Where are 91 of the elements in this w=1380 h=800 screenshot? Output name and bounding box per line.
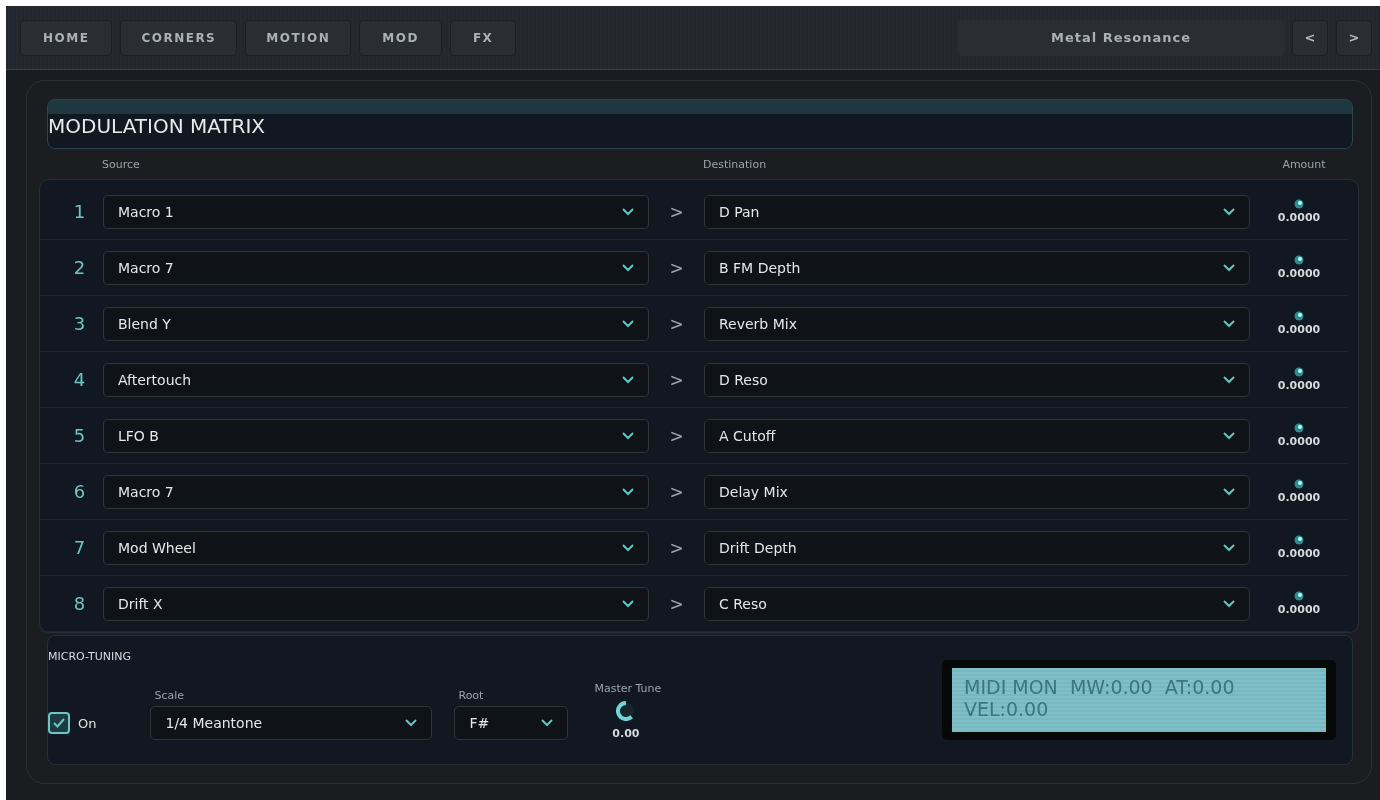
amount-value: 0.0000 bbox=[1277, 323, 1321, 336]
amount-value: 0.0000 bbox=[1277, 435, 1321, 448]
destination-dropdown[interactable]: C Reso bbox=[704, 586, 1250, 621]
field-label: Master Tune bbox=[593, 682, 662, 695]
section-title: MICRO-TUNING bbox=[48, 650, 131, 663]
knob-icon[interactable] bbox=[1294, 479, 1304, 489]
chevron-icon bbox=[1223, 319, 1235, 328]
chevron-icon bbox=[622, 207, 634, 216]
matrix-title: MODULATION MATRIX bbox=[48, 114, 266, 138]
destination-dropdown[interactable]: Delay Mix bbox=[704, 474, 1250, 509]
source-dropdown[interactable]: Blend Y bbox=[103, 306, 649, 341]
destination-dropdown[interactable]: Drift Depth bbox=[704, 530, 1250, 565]
monitor-text: MIDI MON MW:0.00 AT:0.00 bbox=[964, 676, 1236, 698]
knob-icon[interactable] bbox=[1294, 199, 1304, 209]
chevron-icon bbox=[405, 719, 418, 727]
route-arrow: > bbox=[668, 481, 685, 502]
previous-preset-button[interactable]: < bbox=[1292, 19, 1328, 56]
chevron-icon bbox=[1223, 543, 1235, 552]
chevron-icon bbox=[1223, 263, 1235, 272]
on-checkbox[interactable]: On bbox=[48, 712, 97, 734]
monitor-text: VEL:0.00 bbox=[964, 698, 1050, 720]
knob-icon[interactable] bbox=[1294, 367, 1304, 377]
knob-icon[interactable] bbox=[1294, 591, 1304, 601]
knob-icon[interactable] bbox=[1294, 311, 1304, 321]
field-label: Scale bbox=[153, 689, 186, 702]
chevron-icon bbox=[622, 375, 634, 384]
slot-number: 3 bbox=[72, 313, 87, 334]
route-arrow: > bbox=[668, 537, 685, 558]
chevron-icon bbox=[541, 719, 554, 727]
field-label: Root bbox=[457, 689, 485, 702]
slot-number: 8 bbox=[72, 593, 87, 614]
amount-value: 0.0000 bbox=[1277, 547, 1321, 560]
column-header: Source bbox=[102, 157, 141, 171]
amount-value: 0.0000 bbox=[1277, 267, 1321, 280]
amount-value: 0.0000 bbox=[1277, 211, 1321, 224]
nav-tab[interactable]: HOME bbox=[20, 19, 113, 56]
chevron-icon bbox=[1223, 207, 1235, 216]
source-dropdown[interactable]: Macro 1 bbox=[103, 194, 649, 229]
destination-dropdown[interactable]: D Pan bbox=[704, 194, 1250, 229]
slot-number: 7 bbox=[72, 537, 87, 558]
knob-icon[interactable] bbox=[615, 701, 636, 721]
route-arrow: > bbox=[668, 593, 685, 614]
amount-value: 0.0000 bbox=[1277, 379, 1321, 392]
chevron-icon bbox=[622, 487, 634, 496]
amount-value: 0.0000 bbox=[1277, 491, 1321, 504]
preset-name: Metal Resonance bbox=[958, 19, 1284, 56]
destination-dropdown[interactable]: A Cutoff bbox=[704, 418, 1250, 453]
route-arrow: > bbox=[668, 201, 685, 222]
scale-dropdown[interactable]: 1/4 Meantone bbox=[150, 706, 433, 740]
route-arrow: > bbox=[668, 425, 685, 446]
source-dropdown[interactable]: Macro 7 bbox=[103, 250, 649, 285]
checkbox[interactable] bbox=[48, 712, 70, 734]
slot-number: 6 bbox=[72, 481, 87, 502]
chevron-icon bbox=[1223, 431, 1235, 440]
knob-icon[interactable] bbox=[1294, 255, 1304, 265]
master-tune-value: 0.00 bbox=[612, 727, 640, 740]
amount-value: 0.0000 bbox=[1277, 603, 1321, 616]
slot-number: 1 bbox=[72, 201, 87, 222]
route-arrow: > bbox=[668, 313, 685, 334]
destination-dropdown[interactable]: Reverb Mix bbox=[704, 306, 1250, 341]
knob-icon[interactable] bbox=[1294, 423, 1304, 433]
source-dropdown[interactable]: Macro 7 bbox=[103, 474, 649, 509]
source-dropdown[interactable]: LFO B bbox=[103, 418, 649, 453]
chevron-icon bbox=[622, 431, 634, 440]
chevron-icon bbox=[1223, 487, 1235, 496]
chevron-icon bbox=[622, 599, 634, 608]
column-header: Destination bbox=[703, 157, 768, 171]
slot-number: 5 bbox=[72, 425, 87, 446]
source-dropdown[interactable]: Aftertouch bbox=[103, 362, 649, 397]
knob-icon[interactable] bbox=[1294, 535, 1304, 545]
source-dropdown[interactable]: Mod Wheel bbox=[103, 530, 649, 565]
nav-tab[interactable]: MOTION bbox=[245, 19, 352, 56]
slot-number: 4 bbox=[72, 369, 87, 390]
source-dropdown[interactable]: Drift X bbox=[103, 586, 649, 621]
chevron-icon bbox=[1223, 375, 1235, 384]
destination-dropdown[interactable]: B FM Depth bbox=[704, 250, 1250, 285]
nav-tab[interactable]: FX bbox=[449, 19, 517, 56]
route-arrow: > bbox=[668, 257, 685, 278]
route-arrow: > bbox=[668, 369, 685, 390]
chevron-icon bbox=[622, 319, 634, 328]
chevron-icon bbox=[622, 263, 634, 272]
next-preset-button[interactable]: > bbox=[1336, 19, 1372, 56]
root-dropdown[interactable]: F# bbox=[454, 706, 569, 740]
destination-dropdown[interactable]: D Reso bbox=[704, 362, 1250, 397]
nav-tab[interactable]: MOD bbox=[359, 19, 442, 56]
column-header: Amount bbox=[1281, 157, 1327, 171]
chevron-icon bbox=[1223, 599, 1235, 608]
chevron-icon bbox=[622, 543, 634, 552]
nav-tab[interactable]: CORNERS bbox=[120, 19, 238, 56]
check-icon bbox=[53, 718, 65, 728]
slot-number: 2 bbox=[72, 257, 87, 278]
